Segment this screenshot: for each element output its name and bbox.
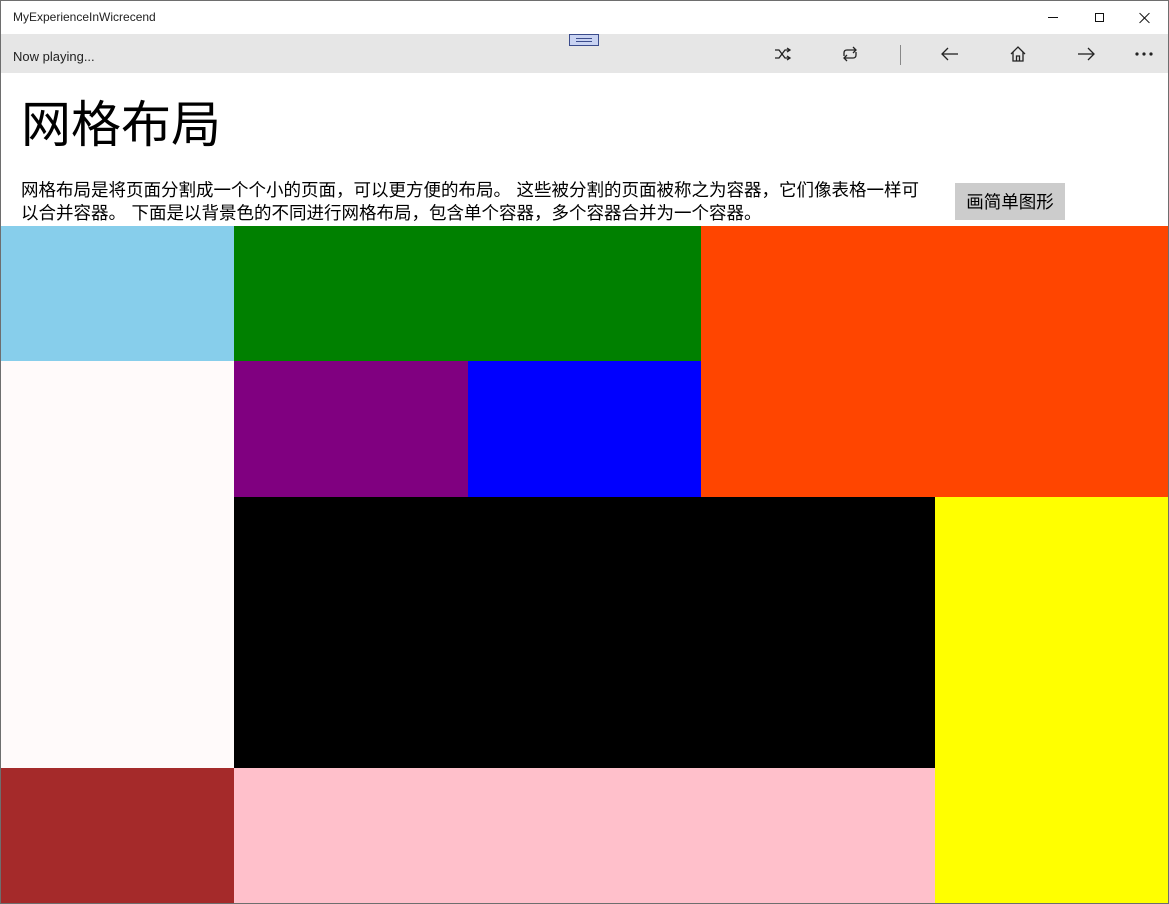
blue-cell — [468, 361, 701, 497]
repeat-icon — [843, 46, 857, 61]
snow-cell — [1, 361, 234, 768]
back-arrow-icon — [941, 47, 958, 60]
toolbar-separator — [900, 45, 901, 65]
close-button[interactable] — [1122, 1, 1168, 34]
more-button[interactable] — [1124, 34, 1164, 73]
maximize-button[interactable] — [1076, 1, 1122, 34]
maximize-icon — [1094, 13, 1104, 22]
forward-arrow-icon — [1078, 47, 1095, 60]
skyblue-cell — [1, 226, 234, 361]
more-icon — [1135, 51, 1153, 56]
yellow-cell — [935, 497, 1168, 903]
forward-button[interactable] — [1066, 34, 1106, 73]
orangered-cell — [701, 226, 1168, 497]
minimize-button[interactable] — [1030, 1, 1076, 34]
close-icon — [1139, 12, 1151, 24]
drag-handle[interactable] — [569, 34, 599, 46]
pink-cell — [234, 768, 935, 903]
repeat-button[interactable] — [830, 34, 870, 73]
app-title: MyExperienceInWicrecend — [13, 10, 156, 24]
minimize-icon — [1048, 17, 1058, 18]
home-button[interactable] — [998, 34, 1038, 73]
page-title: 网格布局 — [21, 96, 221, 154]
draw-simple-shapes-button[interactable]: 画简单图形 — [955, 183, 1065, 220]
page-description: 网格布局是将页面分割成一个个小的页面，可以更方便的布局。 这些被分割的页面被称之… — [21, 181, 920, 224]
shuffle-button[interactable] — [763, 34, 803, 73]
title-bar[interactable]: MyExperienceInWicrecend — [1, 1, 1168, 34]
home-icon — [1010, 45, 1026, 62]
back-button[interactable] — [930, 34, 970, 73]
green-cell — [234, 226, 701, 361]
app-window: MyExperienceInWicrecend Now playing... 网… — [0, 0, 1169, 904]
now-playing-label: Now playing... — [13, 49, 95, 64]
brown-cell — [1, 768, 234, 903]
shuffle-icon — [775, 46, 792, 61]
purple-cell — [234, 361, 468, 497]
black-cell — [234, 497, 935, 768]
color-grid — [1, 226, 1168, 903]
media-bar: Now playing... — [1, 34, 1168, 73]
